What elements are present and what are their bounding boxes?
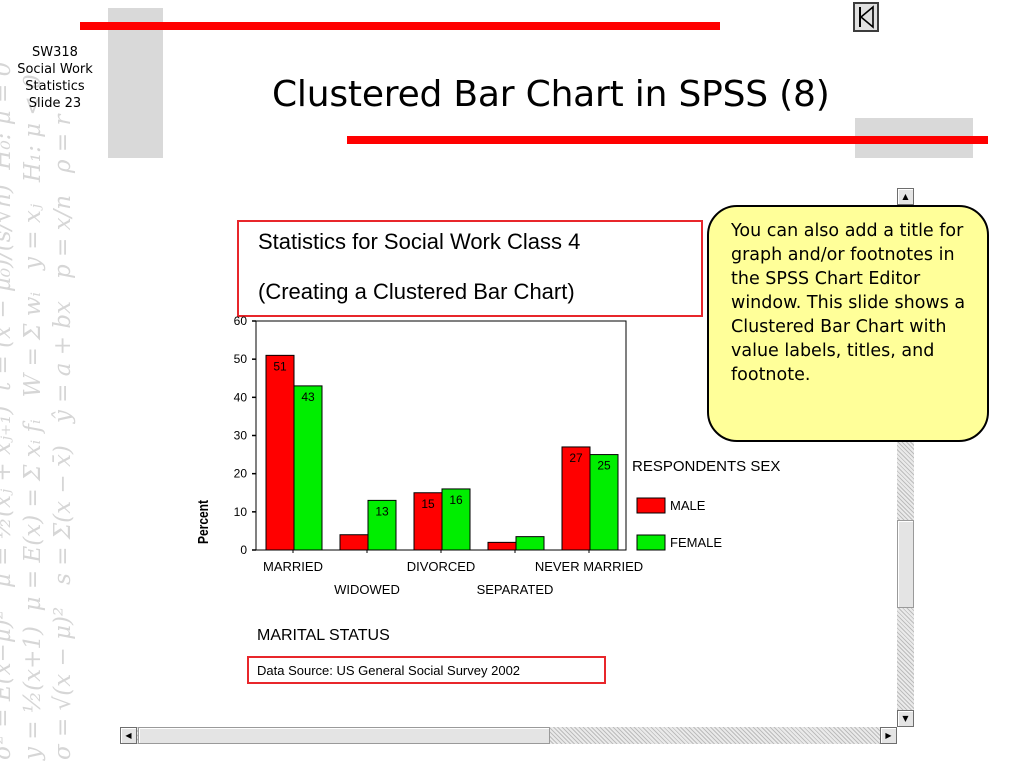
scroll-right-arrow-icon: ▶ xyxy=(885,731,892,740)
legend-swatch-female xyxy=(636,534,666,551)
course-line: Slide 23 xyxy=(28,96,82,111)
y-tick-label: 0 xyxy=(240,543,247,557)
x-category-label: SEPARATED xyxy=(477,582,554,597)
bar-male-separated xyxy=(487,541,517,551)
y-tick-label: 30 xyxy=(234,429,248,443)
data-label: 25 xyxy=(597,459,611,473)
first-slide-icon xyxy=(859,5,874,29)
header-red-bar-bottom xyxy=(347,136,988,144)
y-tick-label: 20 xyxy=(234,467,248,481)
x-category-label: WIDOWED xyxy=(334,582,400,597)
x-category-label: NEVER MARRIED xyxy=(535,559,643,574)
legend-swatch-male xyxy=(636,497,666,514)
y-tick-label: 60 xyxy=(234,314,248,328)
chart-subtitle: (Creating a Clustered Bar Chart) xyxy=(258,279,575,304)
legend-label: FEMALE xyxy=(670,535,722,550)
data-label: 16 xyxy=(449,493,463,507)
course-info: SW318 Social Work Statistics Slide 23 xyxy=(8,44,102,112)
bar-male-married xyxy=(265,354,295,551)
callout-note: You can also add a title for graph and/o… xyxy=(707,205,989,442)
callout-text: You can also add a title for graph and/o… xyxy=(731,221,966,385)
bar-female-married xyxy=(293,385,323,551)
data-label: 13 xyxy=(375,504,389,518)
scroll-left-arrow-icon: ◀ xyxy=(125,731,132,740)
y-tick-label: 50 xyxy=(234,352,248,366)
header-red-bar-top xyxy=(80,22,720,30)
decorative-formula-background: σ² = E(x−μ)² μ = ½(xⱼ + xⱼ₊₁) t = (x̄ − … xyxy=(0,62,76,760)
course-line: SW318 xyxy=(32,45,78,60)
x-category-label: DIVORCED xyxy=(407,559,476,574)
x-axis-label: MARITAL STATUS xyxy=(257,627,390,644)
scroll-up-button[interactable]: ▲ xyxy=(897,188,914,205)
first-slide-button[interactable] xyxy=(853,2,879,32)
scroll-right-button[interactable]: ▶ xyxy=(880,727,897,744)
scroll-down-arrow-icon: ▼ xyxy=(902,714,909,723)
bar-male-widowed xyxy=(339,534,369,551)
data-label: 43 xyxy=(301,390,315,404)
chart-footnote: Data Source: US General Social Survey 20… xyxy=(257,663,520,678)
scroll-left-button[interactable]: ◀ xyxy=(120,727,137,744)
legend-title: RESPONDENTS SEX xyxy=(632,458,780,475)
vertical-scrollbar-thumb[interactable] xyxy=(897,520,914,608)
course-line: Statistics xyxy=(25,79,85,94)
horizontal-scrollbar-thumb[interactable] xyxy=(138,727,550,744)
header-gray-block-left xyxy=(108,8,163,158)
y-tick-label: 10 xyxy=(234,505,248,519)
y-axis-label: Percent xyxy=(195,500,212,544)
course-line: Social Work xyxy=(17,62,93,77)
x-category-label: MARRIED xyxy=(263,559,323,574)
data-label: 51 xyxy=(273,359,287,373)
scroll-up-arrow-icon: ▲ xyxy=(902,192,909,201)
legend-label: MALE xyxy=(670,498,706,513)
y-tick-label: 40 xyxy=(234,390,248,404)
scroll-down-button[interactable]: ▼ xyxy=(897,710,914,727)
bar-female-separated xyxy=(515,536,545,551)
data-label: 15 xyxy=(421,497,435,511)
data-label: 27 xyxy=(569,451,583,465)
chart-title: Statistics for Social Work Class 4 xyxy=(258,229,580,254)
slide-title: Clustered Bar Chart in SPSS (8) xyxy=(272,74,830,115)
